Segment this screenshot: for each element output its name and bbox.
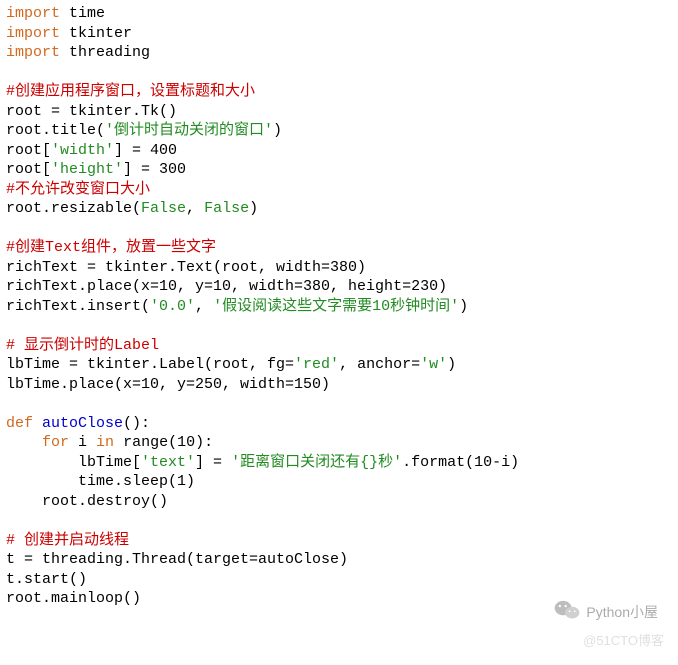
comment: # 显示倒计时的Label (6, 336, 672, 356)
code-line: root.title('倒计时自动关闭的窗口') (6, 121, 672, 141)
comment: #不允许改变窗口大小 (6, 180, 672, 200)
code-line: def autoClose(): (6, 414, 672, 434)
code-line: root['height'] = 300 (6, 160, 672, 180)
code-line: import time (6, 4, 672, 24)
keyword-import: import (6, 5, 60, 22)
code-line: t = threading.Thread(target=autoClose) (6, 550, 672, 570)
string-literal: 'width' (51, 142, 114, 159)
code-line: lbTime.place(x=10, y=250, width=150) (6, 375, 672, 395)
keyword-def: def (6, 415, 33, 432)
code-line: lbTime = tkinter.Label(root, fg='red', a… (6, 355, 672, 375)
watermark: Python小屋 (554, 599, 658, 625)
function-name: autoClose (42, 415, 123, 432)
faint-watermark: @51CTO博客 (583, 633, 664, 650)
code-line: time.sleep(1) (6, 472, 672, 492)
code-block: import time import tkinter import thread… (6, 4, 672, 609)
code-line: root.resizable(False, False) (6, 199, 672, 219)
code-line: richText.place(x=10, y=10, width=380, he… (6, 277, 672, 297)
keyword-import: import (6, 44, 60, 61)
code-line: root.destroy() (6, 492, 672, 512)
string-literal: 'text' (141, 454, 195, 471)
watermark-text: Python小屋 (586, 603, 658, 621)
keyword-in: in (96, 434, 114, 451)
code-line: root['width'] = 400 (6, 141, 672, 161)
wechat-icon (554, 599, 580, 625)
string-literal: '倒计时自动关闭的窗口' (105, 122, 273, 139)
string-literal: '距离窗口关闭还有{}秒' (231, 454, 402, 471)
string-literal: 'w' (420, 356, 447, 373)
code-line: lbTime['text'] = '距离窗口关闭还有{}秒'.format(10… (6, 453, 672, 473)
blank-line (6, 63, 672, 83)
code-line: import tkinter (6, 24, 672, 44)
keyword-import: import (6, 25, 60, 42)
code-line: for i in range(10): (6, 433, 672, 453)
code-line: richText = tkinter.Text(root, width=380) (6, 258, 672, 278)
keyword-for: for (42, 434, 69, 451)
string-literal: '假设阅读这些文字需要10秒钟时间' (213, 298, 459, 315)
comment: #创建Text组件，放置一些文字 (6, 238, 672, 258)
constant: False (141, 200, 186, 217)
code-line: richText.insert('0.0', '假设阅读这些文字需要10秒钟时间… (6, 297, 672, 317)
string-literal: 'height' (51, 161, 123, 178)
string-literal: 'red' (294, 356, 339, 373)
string-literal: '0.0' (150, 298, 195, 315)
comment: #创建应用程序窗口，设置标题和大小 (6, 82, 672, 102)
blank-line (6, 219, 672, 239)
code-line: import threading (6, 43, 672, 63)
code-line: root = tkinter.Tk() (6, 102, 672, 122)
code-line: t.start() (6, 570, 672, 590)
blank-line (6, 316, 672, 336)
constant: False (204, 200, 249, 217)
comment: # 创建并启动线程 (6, 531, 672, 551)
blank-line (6, 511, 672, 531)
blank-line (6, 394, 672, 414)
